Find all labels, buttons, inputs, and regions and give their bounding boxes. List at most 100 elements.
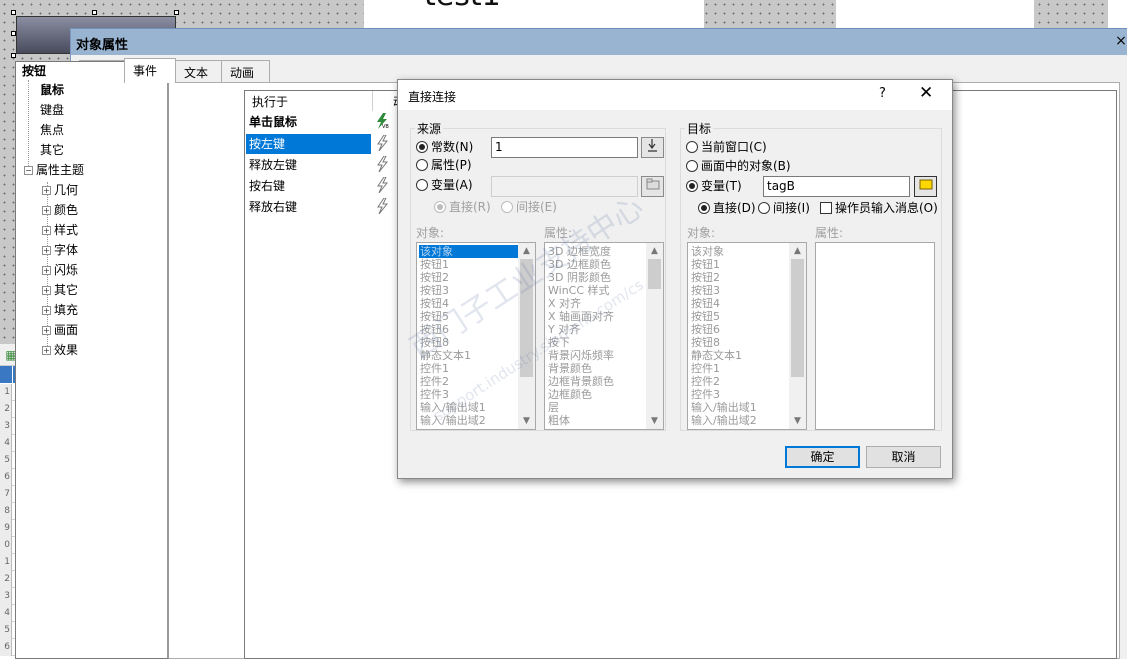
object-properties-titlebar[interactable]: 对象属性 ×: [71, 28, 1127, 55]
list-item[interactable]: WinCC 样式: [547, 284, 646, 297]
scroll-up-icon[interactable]: ▲: [789, 243, 806, 259]
list-item[interactable]: 3D 边框颜色: [547, 258, 646, 271]
close-icon[interactable]: ✕: [919, 83, 933, 103]
list-item[interactable]: X 轴画面对齐: [547, 310, 646, 323]
list-item[interactable]: 按钮2: [690, 271, 789, 284]
list-item[interactable]: 按钮4: [690, 297, 789, 310]
target-direct-radio[interactable]: 直接(D): [698, 200, 756, 216]
collapse-icon[interactable]: −: [24, 166, 33, 175]
expand-icon[interactable]: +: [42, 186, 51, 195]
target-variable-input[interactable]: tagB: [763, 176, 910, 197]
list-item[interactable]: 该对象: [690, 245, 789, 258]
event-row[interactable]: 单击鼠标: [246, 112, 371, 132]
list-item[interactable]: 层: [547, 401, 646, 414]
source-indirect-radio[interactable]: 间接(E): [501, 199, 557, 215]
tab-events[interactable]: 事件: [124, 58, 176, 83]
target-indirect-radio[interactable]: 间接(I): [758, 200, 810, 216]
list-item[interactable]: 输入/输出域1: [419, 401, 518, 414]
scroll-down-icon[interactable]: ▼: [789, 413, 806, 429]
scroll-thumb[interactable]: [520, 259, 533, 377]
source-variable-radio[interactable]: 变量(A): [416, 177, 473, 193]
source-variable-browse-button[interactable]: [641, 176, 664, 197]
list-item[interactable]: 边框背景颜色: [547, 375, 646, 388]
list-item[interactable]: 3D 边框宽度: [547, 245, 646, 258]
target-properties-list[interactable]: [815, 242, 935, 430]
list-item[interactable]: 输入/输出域1: [690, 401, 789, 414]
tree-item-button[interactable]: 按钮: [22, 62, 46, 80]
list-item[interactable]: 控件1: [419, 362, 518, 375]
selection-handle[interactable]: [11, 10, 16, 15]
expand-icon[interactable]: +: [42, 326, 51, 335]
selection-handle[interactable]: [92, 10, 97, 15]
selection-handle[interactable]: [174, 10, 179, 15]
list-item[interactable]: 输入/输出域2: [690, 414, 789, 427]
expand-icon[interactable]: +: [42, 206, 51, 215]
source-constant-input[interactable]: 1: [491, 137, 638, 158]
list-item[interactable]: 控件2: [419, 375, 518, 388]
list-item[interactable]: 按钮8: [690, 336, 789, 349]
operator-input-checkbox[interactable]: 操作员输入消息(O): [820, 200, 938, 216]
tree-item-keyboard[interactable]: 键盘: [40, 101, 64, 119]
source-variable-input[interactable]: [491, 176, 638, 197]
expand-icon[interactable]: +: [42, 246, 51, 255]
tree-item-theme[interactable]: + 填充: [42, 301, 78, 319]
tree-item-property-theme[interactable]: − 属性主题: [24, 161, 84, 179]
target-variable-radio[interactable]: 变量(T): [686, 178, 742, 194]
tree-item-theme[interactable]: + 几何: [42, 181, 78, 199]
tree-item-other[interactable]: 其它: [40, 141, 64, 159]
target-current-window-radio[interactable]: 当前窗口(C): [686, 139, 767, 155]
list-item[interactable]: 按钮1: [419, 258, 518, 271]
tree-item-theme[interactable]: + 颜色: [42, 201, 78, 219]
expand-icon[interactable]: +: [42, 266, 51, 275]
tab-text[interactable]: 文本: [175, 60, 222, 82]
dialog-titlebar[interactable]: 直接连接 ? ✕: [398, 80, 952, 110]
tree-item-theme[interactable]: + 样式: [42, 221, 78, 239]
list-item[interactable]: 控件3: [690, 388, 789, 401]
list-item[interactable]: 按钮6: [690, 323, 789, 336]
event-row[interactable]: 按右键: [246, 176, 371, 196]
list-item[interactable]: 按下: [547, 336, 646, 349]
list-item[interactable]: 按钮6: [419, 323, 518, 336]
target-objects-list[interactable]: 该对象 按钮1 按钮2 按钮3 按钮4 按钮5 按钮6 按钮8 静态文本1 控件1 控件2 控件3 输入…: [687, 242, 807, 430]
list-item[interactable]: Y 对齐: [547, 323, 646, 336]
tree-item-focus[interactable]: 焦点: [40, 121, 64, 139]
sheet-corner[interactable]: [0, 366, 12, 383]
help-icon[interactable]: ?: [879, 86, 886, 101]
list-item[interactable]: 静态文本1: [690, 349, 789, 362]
cancel-button[interactable]: 取消: [866, 446, 941, 468]
target-variable-browse-button[interactable]: [914, 176, 937, 197]
list-item[interactable]: 按钮3: [690, 284, 789, 297]
source-direct-radio[interactable]: 直接(R): [434, 199, 491, 215]
target-screen-object-radio[interactable]: 画面中的对象(B): [686, 158, 791, 174]
list-item[interactable]: 按钮3: [419, 284, 518, 297]
selection-handle[interactable]: [11, 31, 16, 36]
source-property-radio[interactable]: 属性(P): [416, 157, 472, 173]
scrollbar[interactable]: ▲ ▼: [789, 243, 806, 429]
scroll-down-icon[interactable]: ▼: [518, 413, 535, 429]
tree-item-mouse[interactable]: 鼠标: [40, 81, 64, 99]
list-item[interactable]: 按钮8: [419, 336, 518, 349]
event-row[interactable]: 释放左键: [246, 155, 371, 175]
tree-item-theme[interactable]: + 闪烁: [42, 261, 78, 279]
list-item[interactable]: 边框颜色: [547, 388, 646, 401]
scrollbar[interactable]: ▲ ▼: [518, 243, 535, 429]
scroll-thumb[interactable]: [791, 259, 804, 377]
action-lightning-icon[interactable]: [375, 177, 389, 193]
list-item[interactable]: 控件3: [419, 388, 518, 401]
scrollbar[interactable]: ▲ ▼: [646, 243, 663, 429]
action-lightning-icon[interactable]: [375, 198, 389, 214]
close-icon[interactable]: ×: [1114, 33, 1127, 49]
list-item[interactable]: 静态文本1: [419, 349, 518, 362]
list-item[interactable]: 输入/输出域2: [419, 414, 518, 427]
list-item[interactable]: 粗体: [547, 414, 646, 427]
list-item[interactable]: X 对齐: [547, 297, 646, 310]
tree-item-theme[interactable]: + 其它: [42, 281, 78, 299]
list-item[interactable]: 按钮2: [419, 271, 518, 284]
list-item[interactable]: 该对象: [419, 245, 518, 258]
list-item[interactable]: 3D 阴影颜色: [547, 271, 646, 284]
expand-icon[interactable]: +: [42, 346, 51, 355]
action-lightning-vbs-icon[interactable]: VB: [375, 113, 389, 129]
selection-handle[interactable]: [11, 53, 16, 58]
expand-icon[interactable]: +: [42, 286, 51, 295]
list-item[interactable]: 控件1: [690, 362, 789, 375]
